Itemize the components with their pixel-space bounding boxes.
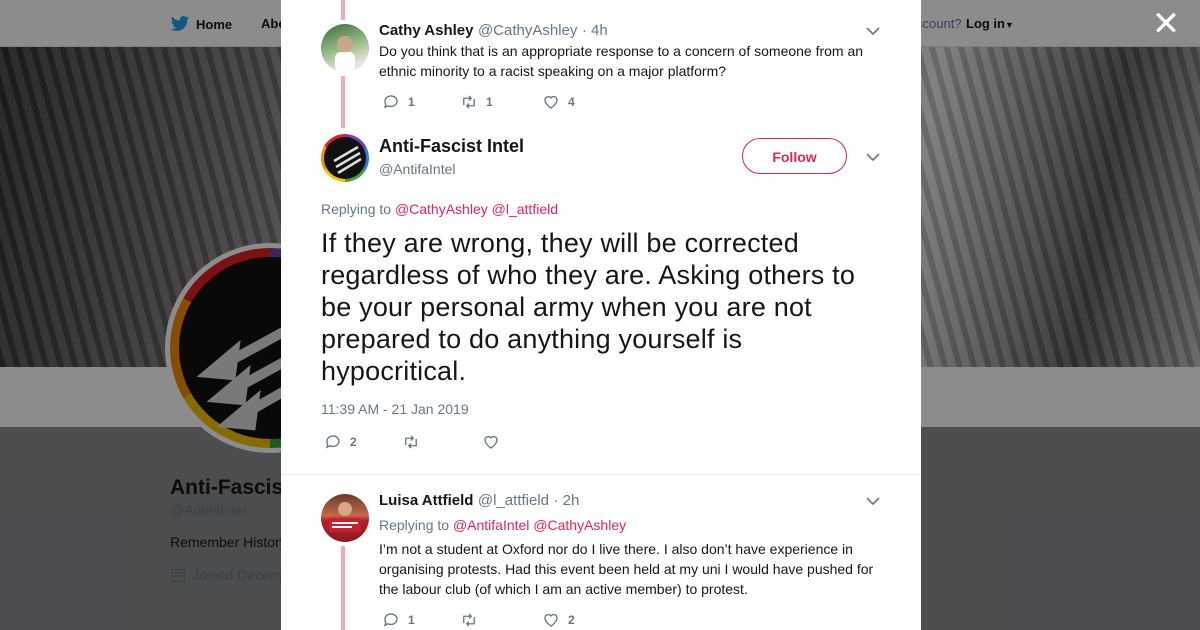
- reply-text: Do you think that is an appropriate resp…: [379, 43, 864, 79]
- retweet-button[interactable]: [402, 433, 482, 451]
- three-arrows-icon: [333, 145, 362, 175]
- thread-line-parent: [341, 76, 345, 128]
- reply-author-name[interactable]: Cathy Ashley: [379, 22, 473, 39]
- main-tweet-text: If they are wrong, they will be correcte…: [321, 228, 856, 386]
- child-reply-header: Luisa Attfield @l_attfield · 2h: [379, 492, 859, 510]
- retweet-button[interactable]: [460, 611, 542, 629]
- main-author-block: Anti-Fascist Intel @AntifaIntel: [379, 136, 524, 177]
- like-count: 2: [568, 613, 575, 627]
- main-tweet-timestamp[interactable]: 11:39 AM - 21 Jan 2019: [321, 401, 469, 417]
- reply-author-handle[interactable]: @CathyAshley: [478, 22, 577, 39]
- luisa-avatar-image: [329, 502, 361, 532]
- reply-button[interactable]: 1: [382, 93, 460, 111]
- reply-author-name[interactable]: Luisa Attfield: [379, 492, 473, 509]
- antifa-intel-avatar[interactable]: [321, 134, 369, 182]
- main-author-handle[interactable]: @AntifaIntel: [379, 161, 524, 177]
- main-tweet-actions: 2: [324, 433, 508, 451]
- luisa-avatar[interactable]: [321, 494, 369, 542]
- heart-icon: [544, 613, 558, 627]
- like-button[interactable]: 4: [542, 93, 575, 111]
- retweet-icon: [463, 95, 475, 109]
- heart-icon: [544, 95, 558, 109]
- avatar-inner: [324, 137, 366, 179]
- thread-line-child: [341, 546, 345, 630]
- cathy-avatar-image: [335, 36, 355, 72]
- divider: [281, 474, 921, 475]
- retweet-icon: [463, 613, 475, 627]
- comment-icon: [383, 613, 398, 627]
- mention-link[interactable]: @CathyAshley: [533, 517, 626, 533]
- chevron-down-icon[interactable]: [866, 24, 880, 38]
- reply-count: 2: [350, 435, 357, 449]
- close-icon[interactable]: ✕: [1150, 7, 1182, 41]
- replying-prefix: Replying to: [379, 517, 450, 533]
- reply-time[interactable]: · 2h: [553, 492, 579, 509]
- reply-text: I’m not a student at Oxford nor do I liv…: [379, 541, 874, 597]
- replying-to: Replying to @AntifaIntel @CathyAshley: [379, 517, 626, 533]
- tweet-modal: Cathy Ashley @CathyAshley · 4h Do you th…: [281, 0, 921, 630]
- comment-icon: [325, 435, 340, 449]
- reply-count: 1: [408, 95, 415, 109]
- chevron-down-icon[interactable]: [866, 494, 880, 508]
- retweet-count: 1: [486, 95, 493, 109]
- replying-prefix: Replying to: [321, 201, 392, 217]
- reply-actions: 1 2: [382, 611, 575, 629]
- main-author-name[interactable]: Anti-Fascist Intel: [379, 136, 524, 157]
- follow-button[interactable]: Follow: [742, 138, 847, 174]
- like-button[interactable]: [482, 433, 508, 451]
- like-button[interactable]: 2: [542, 611, 575, 629]
- replying-to: Replying to @CathyAshley @l_attfield: [321, 201, 558, 217]
- mention-link[interactable]: @CathyAshley: [395, 201, 488, 217]
- comment-icon: [383, 95, 398, 109]
- reply-time[interactable]: · 4h: [582, 22, 608, 39]
- heart-icon: [484, 435, 498, 449]
- retweet-icon: [405, 435, 417, 449]
- mention-link[interactable]: @l_attfield: [492, 201, 558, 217]
- like-count: 4: [568, 95, 575, 109]
- retweet-button[interactable]: 1: [460, 93, 542, 111]
- reply-actions: 1 1 4: [382, 93, 575, 111]
- mention-link[interactable]: @AntifaIntel: [453, 517, 529, 533]
- parent-reply-header: Cathy Ashley @CathyAshley · 4h: [379, 22, 859, 40]
- cathy-avatar[interactable]: [321, 24, 369, 72]
- thread-line-top: [341, 0, 345, 20]
- reply-author-handle[interactable]: @l_attfield: [478, 492, 549, 509]
- reply-count: 1: [408, 613, 415, 627]
- reply-button[interactable]: 1: [382, 611, 460, 629]
- chevron-down-icon[interactable]: [866, 150, 880, 164]
- reply-button[interactable]: 2: [324, 433, 402, 451]
